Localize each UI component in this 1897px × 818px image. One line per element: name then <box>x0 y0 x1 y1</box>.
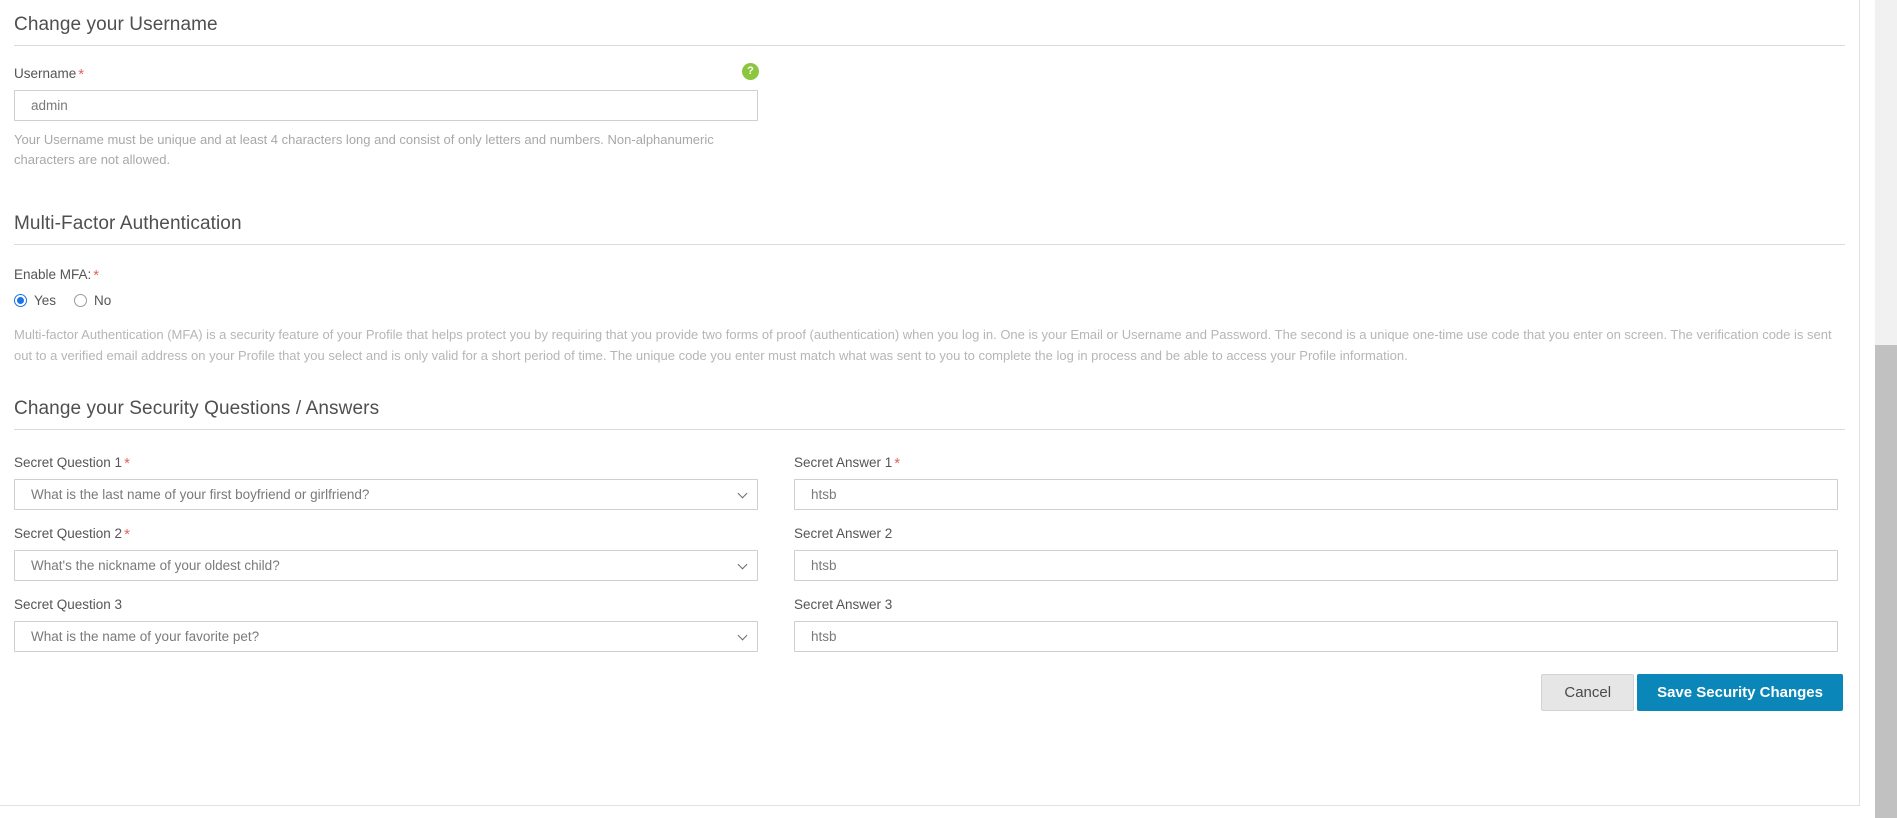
secret-answer-3-input[interactable] <box>794 621 1838 652</box>
secret-question-2-select[interactable]: What's the nickname of your oldest child… <box>14 550 758 581</box>
secret-answer-1-input[interactable] <box>794 479 1838 510</box>
username-input[interactable] <box>14 90 758 121</box>
mfa-radio-yes[interactable]: Yes <box>14 293 56 308</box>
enable-mfa-required-asterisk: * <box>93 267 100 284</box>
security-questions-grid: Secret Question 1 * What is the last name… <box>14 454 1845 652</box>
secret-answer-1-required-asterisk: * <box>894 455 901 472</box>
question-column: Secret Question 1 * What is the last name… <box>14 454 758 510</box>
secret-question-1-required-asterisk: * <box>124 455 130 472</box>
question-column: Secret Question 2 * What's the nickname o… <box>14 525 758 581</box>
question-label-group: Secret Question 2 * <box>14 525 758 543</box>
enable-mfa-label: Enable MFA: <box>14 267 92 282</box>
security-questions-section: Change your Security Questions / Answers… <box>14 398 1845 711</box>
form-actions: Cancel Save Security Changes <box>14 674 1845 711</box>
username-section-heading: Change your Username <box>14 14 218 35</box>
username-label-group: Username * <box>14 65 84 83</box>
answer-label-group: Secret Answer 2 <box>794 525 1838 543</box>
secret-answer-2-input[interactable] <box>794 550 1838 581</box>
security-question-row: Secret Question 3 What is the name of yo… <box>14 596 1845 652</box>
panel-bottom-border <box>0 805 1860 806</box>
radio-indicator-no[interactable] <box>74 294 88 307</box>
username-label: Username <box>14 66 77 81</box>
secret-question-1-label: Secret Question 1 <box>14 455 123 470</box>
save-security-changes-button[interactable]: Save Security Changes <box>1637 674 1843 711</box>
answer-label-group: Secret Answer 1 * <box>794 454 1838 472</box>
security-question-row: Secret Question 1 * What is the last name… <box>14 454 1845 510</box>
question-mark-help-icon[interactable]: ? <box>743 64 758 79</box>
cancel-button[interactable]: Cancel <box>1541 674 1635 711</box>
secret-question-3-label: Secret Question 3 <box>14 597 123 612</box>
page-right-gutter <box>1860 0 1897 818</box>
answer-column: Secret Answer 2 <box>794 525 1838 581</box>
security-question-row: Secret Question 2 * What's the nickname o… <box>14 525 1845 581</box>
username-helper-text: Your Username must be unique and at leas… <box>14 132 714 167</box>
mfa-radio-no-label: No <box>94 293 112 308</box>
mfa-label-group: Enable MFA: * <box>14 266 1845 284</box>
username-required-asterisk: * <box>78 66 85 83</box>
question-label-group: Secret Question 1 * <box>14 454 758 472</box>
mfa-section-heading: Multi-Factor Authentication <box>14 213 242 234</box>
answer-column: Secret Answer 1 * <box>794 454 1838 510</box>
secret-question-2-select-wrapper[interactable]: What's the nickname of your oldest child… <box>14 550 758 581</box>
secret-answer-3-label: Secret Answer 3 <box>794 597 893 612</box>
secret-question-2-required-asterisk: * <box>124 526 130 543</box>
username-section: Change your Username Username* ? Your Us… <box>14 0 1845 170</box>
secret-question-1-select[interactable]: What is the last name of your first boyf… <box>14 479 758 510</box>
secret-answer-1-label: Secret Answer 1 <box>794 455 893 470</box>
question-label-group: Secret Question 3 <box>14 596 758 614</box>
question-column: Secret Question 3 What is the name of yo… <box>14 596 758 652</box>
mfa-radio-no[interactable]: No <box>74 293 111 308</box>
settings-page: Change your Username Username* ? Your Us… <box>0 0 1897 818</box>
secret-question-3-select-wrapper[interactable]: What is the name of your favorite pet? <box>14 621 758 652</box>
mfa-radio-group: Yes No <box>14 293 1845 308</box>
vertical-scrollbar-track[interactable] <box>1875 0 1897 818</box>
answer-label-group: Secret Answer 3 <box>794 596 1838 614</box>
radio-indicator-yes[interactable] <box>14 294 27 307</box>
secret-question-2-label: Secret Question 2 <box>14 526 123 541</box>
mfa-description-text: Multi-factor Authentication (MFA) is a s… <box>14 327 1832 363</box>
username-label-row: Username * ? <box>14 64 758 83</box>
secret-question-3-select[interactable]: What is the name of your favorite pet? <box>14 621 758 652</box>
secret-answer-2-label: Secret Answer 2 <box>794 526 893 541</box>
secret-question-1-select-wrapper[interactable]: What is the last name of your first boyf… <box>14 479 758 510</box>
mfa-section: Multi-Factor Authentication Enable MFA: *… <box>14 213 1845 366</box>
security-questions-section-heading: Change your Security Questions / Answers <box>14 398 380 419</box>
mfa-radio-yes-label: Yes <box>34 293 57 308</box>
answer-column: Secret Answer 3 <box>794 596 1838 652</box>
settings-content-panel: Change your Username Username* ? Your Us… <box>0 0 1859 806</box>
vertical-scrollbar-thumb[interactable] <box>1875 345 1897 818</box>
